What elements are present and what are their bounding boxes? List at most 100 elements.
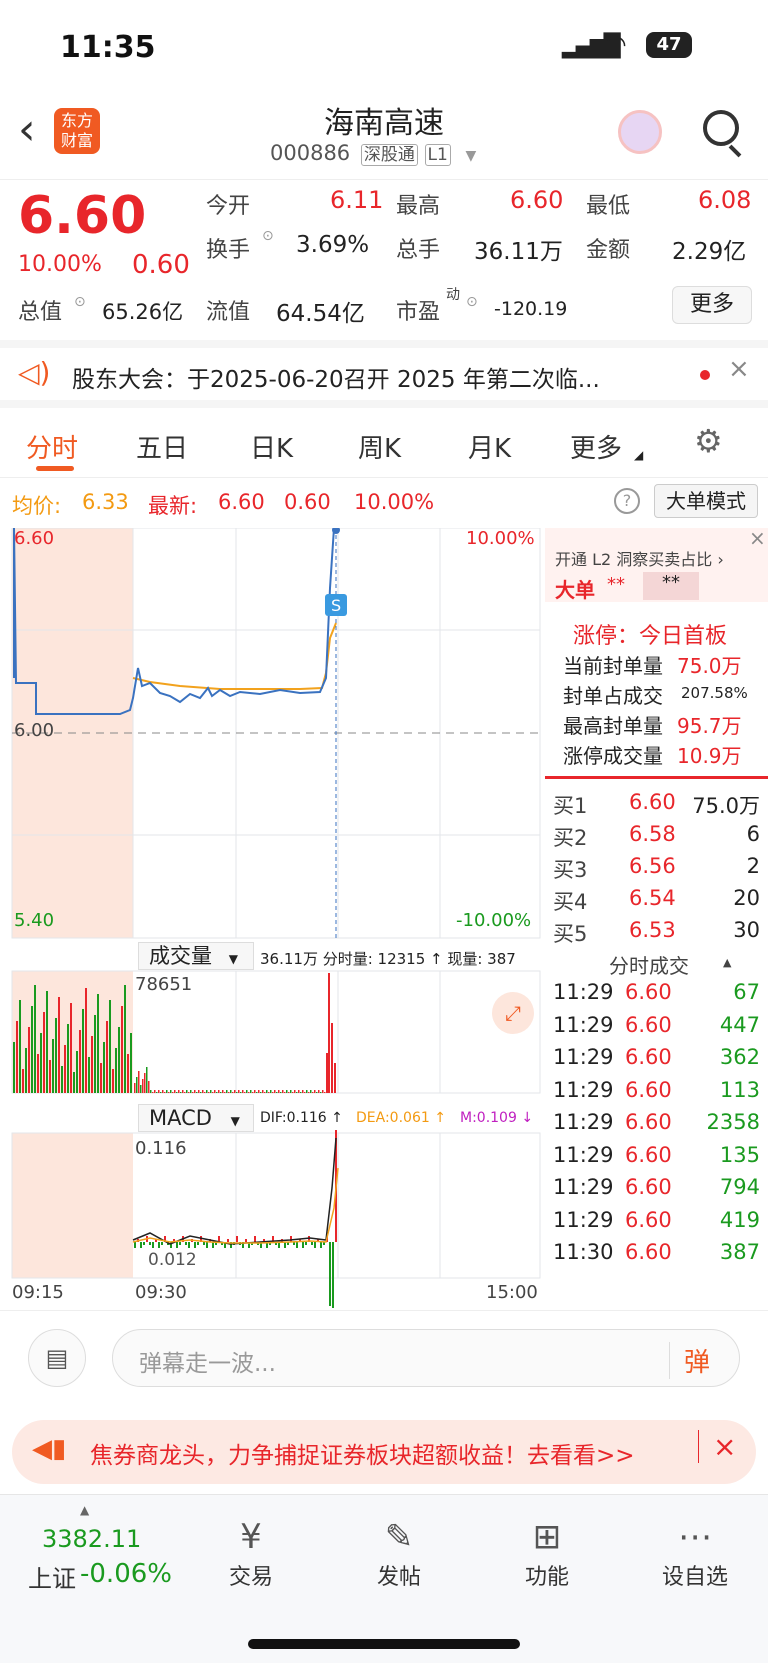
- clock: 11:35: [60, 30, 156, 65]
- volume-bar: [256, 1092, 258, 1093]
- tab-monthly-k[interactable]: 月K: [468, 428, 511, 465]
- volume-bar: [19, 1000, 21, 1093]
- promo-text[interactable]: 焦券商龙头，力争捕捉证券板块超额收益！去看看>>: [90, 1436, 635, 1470]
- volume-bar: [34, 985, 36, 1093]
- more-button[interactable]: 更多: [672, 286, 752, 324]
- macd-bar: [134, 1242, 136, 1248]
- volume-bar: [228, 1092, 230, 1093]
- intraday-chart[interactable]: S 6.60 6.00 5.40 10.00% -10.00% 成交量 ▼ 36…: [0, 528, 545, 1308]
- volume-bar: [274, 1090, 276, 1093]
- macd-bar: [197, 1242, 199, 1245]
- volume-bar: [314, 1090, 316, 1093]
- tab-5day[interactable]: 五日: [136, 428, 188, 465]
- expand-icon[interactable]: ⤢: [492, 992, 534, 1034]
- index-value[interactable]: 3382.11: [42, 1525, 141, 1553]
- volume-bar: [318, 1090, 320, 1093]
- trade-icon: ¥: [240, 1517, 262, 1557]
- high-label: 最高: [396, 194, 441, 219]
- caret-up-icon[interactable]: ▲: [723, 956, 731, 969]
- volume-bar: [121, 1006, 123, 1093]
- volume-bar: [310, 1090, 312, 1093]
- volume-bar: [166, 1090, 168, 1093]
- tab-intraday[interactable]: 分时: [26, 428, 78, 465]
- volume-bar: [206, 1090, 208, 1093]
- volume-bar: [270, 1090, 272, 1093]
- function-button[interactable]: ⊞ 功能: [492, 1515, 602, 1591]
- tick-price: 6.60: [625, 1012, 672, 1037]
- caret-down-icon: ▼: [228, 952, 238, 966]
- note-button[interactable]: ▤: [28, 1329, 86, 1387]
- notice-bar[interactable]: ◁) 股东大会：于2025-06-20召开 2025 年第二次临... ×: [0, 340, 768, 408]
- volume-bar: [43, 1012, 45, 1093]
- volume-bar: [176, 1092, 178, 1093]
- tick-time: 11:29: [553, 1207, 614, 1232]
- volume-bar: [262, 1090, 264, 1093]
- danmu-send-button[interactable]: 弹: [669, 1342, 710, 1379]
- caret-up-icon[interactable]: ▲: [80, 1503, 89, 1517]
- unread-dot-icon: [700, 370, 710, 380]
- macd-bar: [311, 1242, 313, 1245]
- dropdown-icon[interactable]: ▼: [466, 148, 477, 164]
- tick-price: 6.60: [625, 1045, 672, 1069]
- volume-bar: [184, 1092, 186, 1093]
- latest-label: 最新:: [148, 494, 198, 518]
- bid-level: 买3: [553, 858, 588, 882]
- volume-bar: [224, 1092, 226, 1093]
- hk-connect-badge: 深股通: [360, 144, 418, 166]
- post-button[interactable]: ✎ 发帖: [344, 1515, 454, 1591]
- l2-promo-link[interactable]: 开通 L2 洞察买卖占比 ›: [555, 546, 724, 570]
- volume-bar: [112, 1069, 114, 1093]
- time-label-start: 09:15: [12, 1282, 64, 1303]
- tab-weekly-k[interactable]: 周K: [358, 428, 401, 465]
- watchlist-button[interactable]: ⋯ 设自选: [640, 1515, 750, 1591]
- macd-selector[interactable]: MACD ▼: [138, 1104, 254, 1132]
- danmu-input[interactable]: 弹幕走一波... 弹: [112, 1329, 740, 1387]
- volume-bar: [294, 1090, 296, 1093]
- tab-more[interactable]: 更多: [570, 428, 622, 465]
- help-icon[interactable]: ?: [614, 488, 640, 514]
- volume-bar: [40, 1033, 42, 1093]
- info-icon[interactable]: ⊙: [262, 228, 274, 244]
- bid-row: 买4 6.54 20: [545, 886, 768, 918]
- tab-daily-k[interactable]: 日K: [250, 428, 293, 465]
- volume-selector[interactable]: 成交量 ▼: [138, 942, 254, 970]
- volume-bar: [160, 1092, 162, 1093]
- gear-icon[interactable]: ⚙: [694, 422, 723, 460]
- volume-bar: [242, 1090, 244, 1093]
- change-pct: 10.00%: [18, 252, 102, 277]
- float-label: 流值: [206, 300, 251, 325]
- info-icon[interactable]: ⊙: [74, 294, 86, 310]
- trade-button[interactable]: ¥ 交易: [196, 1515, 306, 1591]
- macd-m: M:0.109 ↓: [460, 1110, 534, 1126]
- volume-bar: [222, 1090, 224, 1093]
- volume-bar: [234, 1090, 236, 1093]
- bid-level: 买5: [553, 922, 588, 946]
- volume-bar: [240, 1092, 242, 1093]
- volume-bar: [210, 1090, 212, 1093]
- notice-text[interactable]: 股东大会：于2025-06-20召开 2025 年第二次临...: [72, 360, 600, 394]
- tick-row: 11:30 6.60 387: [545, 1240, 768, 1272]
- close-icon[interactable]: ×: [698, 1430, 736, 1463]
- close-icon[interactable]: ×: [728, 354, 750, 384]
- volume-bar: [252, 1092, 254, 1093]
- volume-bar: [164, 1092, 166, 1093]
- tick-row: 11:29 6.60 794: [545, 1175, 768, 1207]
- volume-bar: [115, 1048, 117, 1093]
- volume-bar: [250, 1090, 252, 1093]
- volume-bar: [82, 1009, 84, 1093]
- stock-meta: 000886 深股通 L1 ▼: [270, 140, 477, 166]
- robot-avatar-icon[interactable]: [618, 110, 662, 154]
- time-label-open: 09:30: [135, 1282, 187, 1303]
- close-icon[interactable]: ×: [749, 526, 766, 550]
- volume-bar: [232, 1092, 234, 1093]
- volume-bar: [94, 1015, 96, 1093]
- volume-bar: [100, 1063, 102, 1093]
- big-order-mode-button[interactable]: 大单模式: [654, 484, 758, 518]
- promo-banner[interactable]: ◀▮ 焦券商龙头，力争捕捉证券板块超额收益！去看看>> ×: [12, 1420, 756, 1484]
- macd-bar: [206, 1242, 208, 1248]
- search-icon[interactable]: [703, 110, 739, 146]
- low-label: 最低: [586, 194, 631, 219]
- info-icon[interactable]: ⊙: [466, 294, 478, 310]
- macd-bar: [143, 1242, 145, 1245]
- volume-bar: [300, 1092, 302, 1093]
